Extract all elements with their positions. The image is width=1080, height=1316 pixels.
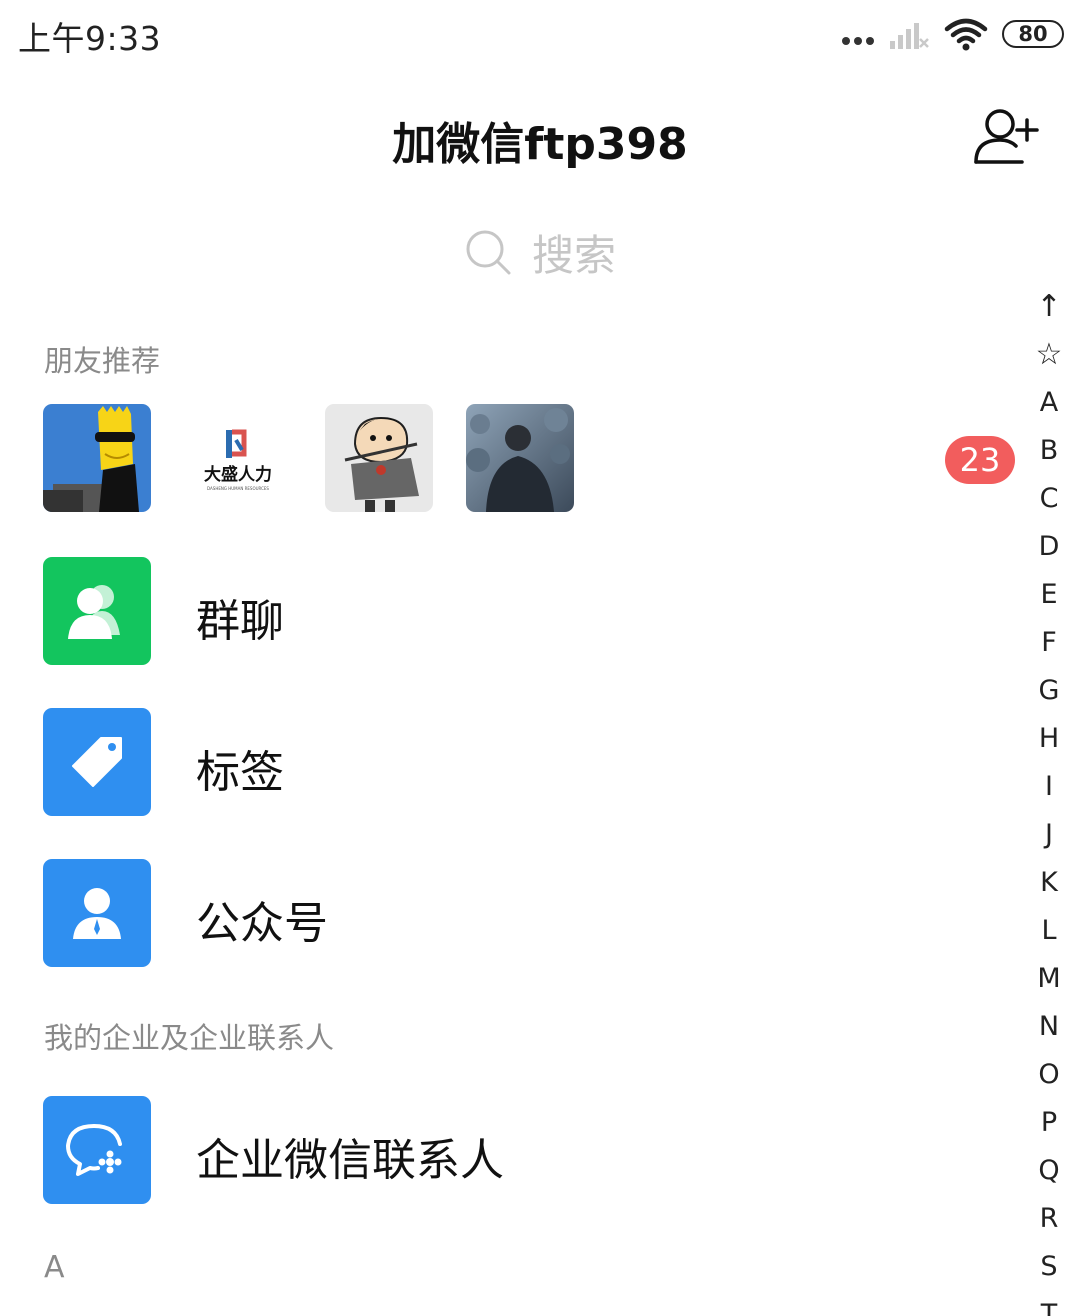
recommend-avatar-3[interactable]: [325, 404, 433, 512]
index-letter-o[interactable]: O: [1026, 1050, 1072, 1098]
enterprise-wechat-icon: [43, 1096, 151, 1204]
index-letter-top[interactable]: ↑: [1026, 282, 1072, 330]
letter-section-header: A: [44, 1250, 65, 1285]
index-letter-i[interactable]: I: [1026, 762, 1072, 810]
recommend-avatar-1[interactable]: [43, 404, 151, 512]
index-letter-n[interactable]: N: [1026, 1002, 1072, 1050]
wifi-icon: [944, 18, 988, 51]
index-letter-c[interactable]: C: [1026, 474, 1072, 522]
official-account-icon: [43, 859, 151, 967]
status-icons: 80: [842, 14, 1064, 54]
index-letter-b[interactable]: B: [1026, 426, 1072, 474]
add-contact-icon[interactable]: [970, 106, 1042, 166]
index-letter-g[interactable]: G: [1026, 666, 1072, 714]
cellular-signal-icon: [890, 23, 929, 49]
signal-dots-icon: [842, 37, 874, 45]
enterprise-contacts-label: 企业微信联系人: [196, 1135, 504, 1186]
logo-text: 大盛人力: [204, 464, 272, 485]
search-placeholder: 搜索: [531, 230, 616, 280]
index-letter-r[interactable]: R: [1026, 1194, 1072, 1242]
index-letter-l[interactable]: L: [1026, 906, 1072, 954]
tag-icon: [43, 708, 151, 816]
group-chat-item[interactable]: 群聊: [0, 557, 1010, 667]
logo-subtext: DASHENG HUMAN RESOURCES: [207, 486, 269, 491]
page-title: 加微信ftp398: [392, 119, 688, 170]
index-letter-t[interactable]: T: [1026, 1290, 1072, 1316]
enterprise-header: 我的企业及企业联系人: [44, 1021, 335, 1055]
group-chat-icon: [43, 557, 151, 665]
contacts-screen: 上午9:33 80 加微信ftp398 搜索 朋友推荐 大盛人力 DASHENG…: [0, 0, 1080, 1316]
index-letter-e[interactable]: E: [1026, 570, 1072, 618]
battery-indicator: 80: [1002, 20, 1064, 48]
tags-label: 标签: [196, 747, 284, 798]
search-icon: [466, 230, 511, 275]
index-letter-h[interactable]: H: [1026, 714, 1072, 762]
index-letter-s[interactable]: S: [1026, 1242, 1072, 1290]
index-letter-k[interactable]: K: [1026, 858, 1072, 906]
index-letter-a[interactable]: A: [1026, 378, 1072, 426]
recommend-avatar-2[interactable]: 大盛人力 DASHENG HUMAN RESOURCES: [184, 404, 292, 512]
index-letter-m[interactable]: M: [1026, 954, 1072, 1002]
recommend-count-badge: 23: [945, 436, 1015, 484]
status-time: 上午9:33: [18, 19, 162, 58]
index-letter-star[interactable]: ☆: [1026, 330, 1072, 378]
status-bar: 上午9:33 80: [0, 0, 1080, 70]
nav-bar: 加微信ftp398: [0, 80, 1080, 190]
index-letter-p[interactable]: P: [1026, 1098, 1072, 1146]
index-letter-j[interactable]: J: [1026, 810, 1072, 858]
friend-recommend-header: 朋友推荐: [44, 344, 161, 378]
alphabet-index[interactable]: ↑ ☆ A B C D E F G H I J K L M N O P Q R S T: [1026, 282, 1072, 1316]
index-letter-q[interactable]: Q: [1026, 1146, 1072, 1194]
official-accounts-item[interactable]: 公众号: [0, 859, 1010, 969]
index-letter-f[interactable]: F: [1026, 618, 1072, 666]
enterprise-contacts-item[interactable]: 企业微信联系人: [0, 1096, 1010, 1206]
recommend-avatar-4[interactable]: [466, 404, 574, 512]
official-accounts-label: 公众号: [196, 898, 328, 949]
group-chat-label: 群聊: [196, 596, 284, 647]
search-bar[interactable]: 搜索: [0, 222, 1080, 282]
index-letter-d[interactable]: D: [1026, 522, 1072, 570]
tags-item[interactable]: 标签: [0, 708, 1010, 818]
